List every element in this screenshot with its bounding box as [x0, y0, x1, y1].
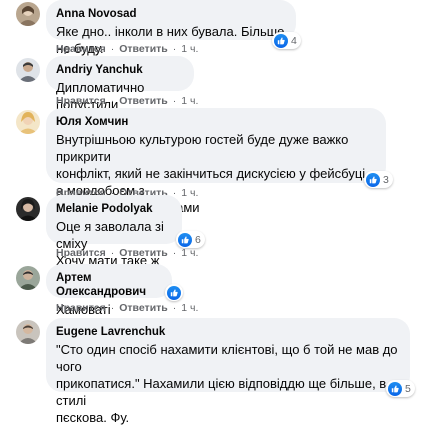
like-reaction-icon [366, 172, 380, 187]
reply-button[interactable]: Ответить [119, 302, 168, 314]
comment-line: прикопатися." Нахамили цією відповіддю щ… [56, 376, 387, 408]
avatar[interactable] [16, 197, 40, 221]
avatar[interactable] [16, 320, 40, 344]
comment-author[interactable]: Артем Олександрович [56, 271, 162, 299]
reply-button[interactable]: Ответить [119, 247, 168, 259]
like-button[interactable]: Нравится [56, 95, 106, 107]
comment-timestamp[interactable]: 1 ч. [181, 187, 198, 199]
comment-timestamp[interactable]: 1 ч. [181, 95, 198, 107]
comment-timestamp[interactable]: 1 ч. [181, 302, 198, 314]
reaction-summary[interactable]: 4 [272, 32, 301, 49]
comment-bubble: Andriy Yanchuk Дипломатично попустили [46, 56, 194, 112]
reaction-count: 5 [405, 382, 411, 395]
reaction-count: 6 [195, 233, 201, 246]
reaction-summary[interactable] [165, 284, 183, 301]
avatar[interactable] [16, 266, 40, 290]
like-reaction-icon [274, 33, 288, 48]
reaction-summary[interactable]: 5 [386, 380, 415, 397]
comment-line: "Сто один спосіб нахамити клієнтові, що … [56, 342, 398, 374]
avatar[interactable] [16, 58, 40, 82]
reaction-summary[interactable]: 6 [176, 231, 205, 248]
comment-timestamp[interactable]: 1 ч. [181, 247, 198, 259]
comment-text: "Сто один спосіб нахамити клієнтові, що … [56, 341, 400, 426]
like-reaction-icon [388, 381, 402, 396]
like-reaction-icon [178, 232, 192, 247]
comment-actions: Нравится · Ответить · 1 ч. [56, 302, 199, 314]
like-button[interactable]: Нравится [56, 302, 106, 314]
comment-line: пєскова. Фу. [56, 410, 130, 425]
comment-actions: Нравится · Ответить · 1 ч. [56, 247, 199, 259]
comment-author[interactable]: Юля Хомчин [56, 115, 376, 129]
avatar[interactable] [16, 2, 40, 26]
comment-bubble: Артем Олександрович Хамоваті виявились)) [46, 264, 172, 334]
avatar[interactable] [16, 110, 40, 134]
reaction-summary[interactable]: 3 [364, 171, 393, 188]
comment-actions: Нравится · Ответить · 1 ч. [56, 43, 199, 55]
like-button[interactable]: Нравится [56, 43, 106, 55]
like-button[interactable]: Нравится [56, 247, 106, 259]
comment-timestamp[interactable]: 1 ч. [181, 43, 198, 55]
reply-button[interactable]: Ответить [119, 95, 168, 107]
comment-bubble: Eugene Lavrenchuk "Сто один спосіб нахам… [46, 318, 410, 425]
comment-line: Внутрішньою культурою гостей буде дуже в… [56, 132, 349, 164]
comment-author[interactable]: Eugene Lavrenchuk [56, 325, 400, 339]
comment-author[interactable]: Anna Novosad [56, 7, 286, 21]
reaction-count: 4 [291, 34, 297, 47]
comment-bubble: Anna Novosad Яке дно.. інколи в них бува… [46, 0, 296, 56]
comment-author[interactable]: Melanie Podolyak [56, 202, 172, 216]
comment-bubble: Melanie Podolyak Оце я заволала зі сміху… [46, 195, 182, 285]
comment-author[interactable]: Andriy Yanchuk [56, 63, 184, 77]
like-reaction-icon [167, 285, 181, 300]
reaction-count: 3 [383, 173, 389, 186]
comment-bubble: Юля Хомчин Внутрішньою культурою гостей … [46, 108, 386, 215]
comment-actions: Нравится · Ответить · 1 ч. [56, 95, 199, 107]
reply-button[interactable]: Ответить [119, 43, 168, 55]
